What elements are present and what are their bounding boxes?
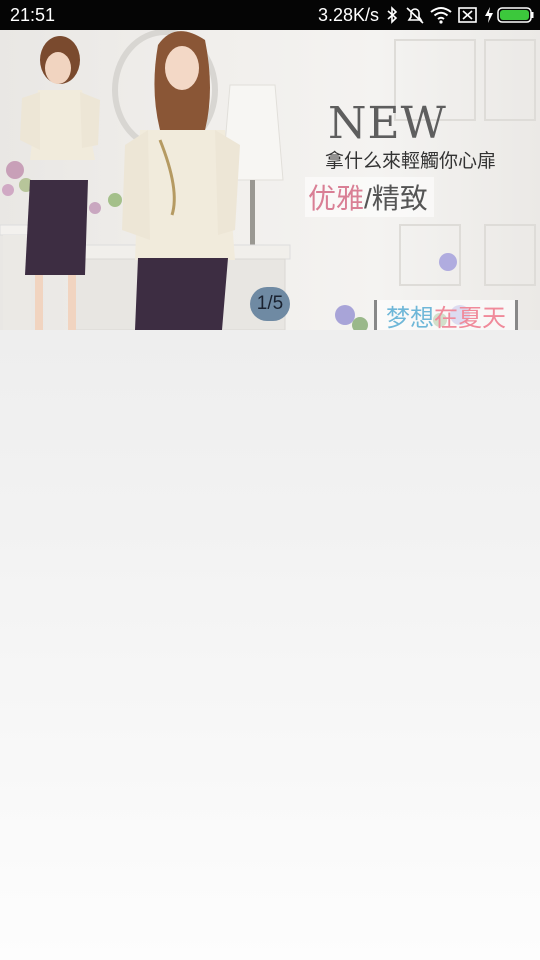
banner-subtitle: 拿什么來輕觸你心扉	[325, 150, 497, 172]
dream-part1: 梦想	[386, 305, 434, 330]
battery-icon	[497, 7, 534, 23]
tag-refined: 精致	[371, 183, 428, 214]
network-speed: 3.28K/s	[318, 5, 380, 25]
banner-tagline: 优雅/精致	[305, 177, 434, 217]
promo-banner[interactable]: NEW 拿什么來輕觸你心扉 优雅/精致 梦想在夏天绽放	[0, 30, 540, 330]
clock: 21:51	[10, 5, 56, 25]
wifi-icon	[430, 7, 452, 24]
alarm-off-icon	[406, 7, 424, 24]
status-bar: 21:51 3.28K/s	[0, 0, 540, 30]
tag-elegant: 优雅	[308, 183, 365, 214]
banner-headline: NEW	[328, 98, 447, 149]
charging-icon	[485, 7, 493, 23]
banner-dream-label: 梦想在夏天绽放	[374, 300, 518, 330]
carousel-page-indicator: 1/5	[250, 287, 290, 321]
bluetooth-icon	[387, 6, 398, 24]
tag-separator: /	[364, 183, 372, 214]
sim-disabled-icon	[458, 7, 477, 23]
banner-image	[0, 30, 536, 330]
dream-part2: 在夏天绽放	[434, 305, 506, 330]
